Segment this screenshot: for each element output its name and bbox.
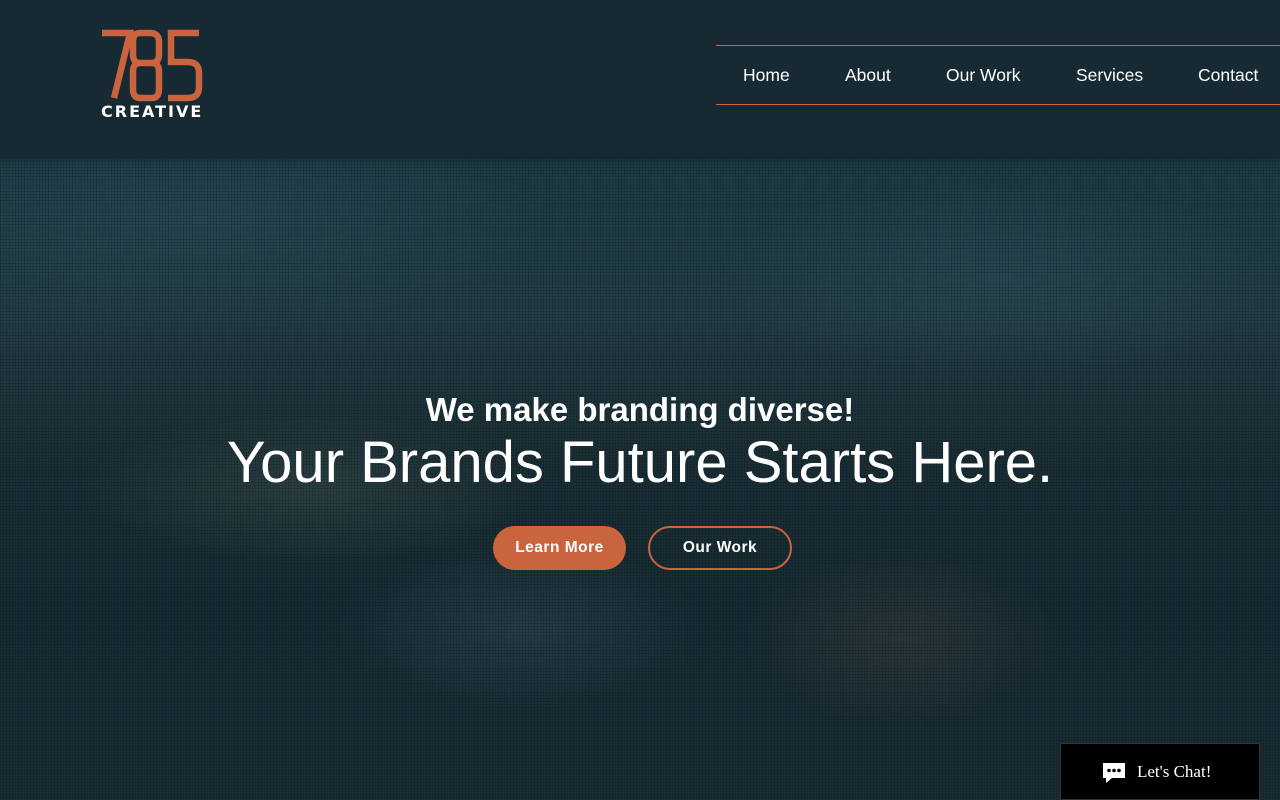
nav-our-work[interactable]: Our Work xyxy=(946,46,1021,104)
site-header: CREATIVE Home About Our Work Services Co… xyxy=(0,0,1280,158)
hero-section: We make branding diverse! Your Brands Fu… xyxy=(0,158,1280,800)
chat-label: Let's Chat! xyxy=(1137,762,1212,781)
chat-widget[interactable]: Let's Chat! xyxy=(1060,743,1260,800)
logo-wordmark: CREATIVE xyxy=(101,102,204,121)
chat-bubble-icon xyxy=(1103,763,1125,783)
learn-more-button[interactable]: Learn More xyxy=(493,526,626,570)
hero-headline: Your Brands Future Starts Here. xyxy=(226,430,1054,495)
logo[interactable]: CREATIVE xyxy=(100,28,204,124)
page: CREATIVE Home About Our Work Services Co… xyxy=(0,0,1280,800)
nav-services[interactable]: Services xyxy=(1076,46,1143,104)
nav-contact[interactable]: Contact xyxy=(1198,46,1258,104)
nav-about[interactable]: About xyxy=(845,46,891,104)
main-nav: Home About Our Work Services Contact xyxy=(716,45,1280,105)
hero-tagline: We make branding diverse! xyxy=(425,391,855,428)
logo-mark xyxy=(102,29,203,102)
nav-home[interactable]: Home xyxy=(743,46,790,104)
our-work-button[interactable]: Our Work xyxy=(648,526,792,570)
